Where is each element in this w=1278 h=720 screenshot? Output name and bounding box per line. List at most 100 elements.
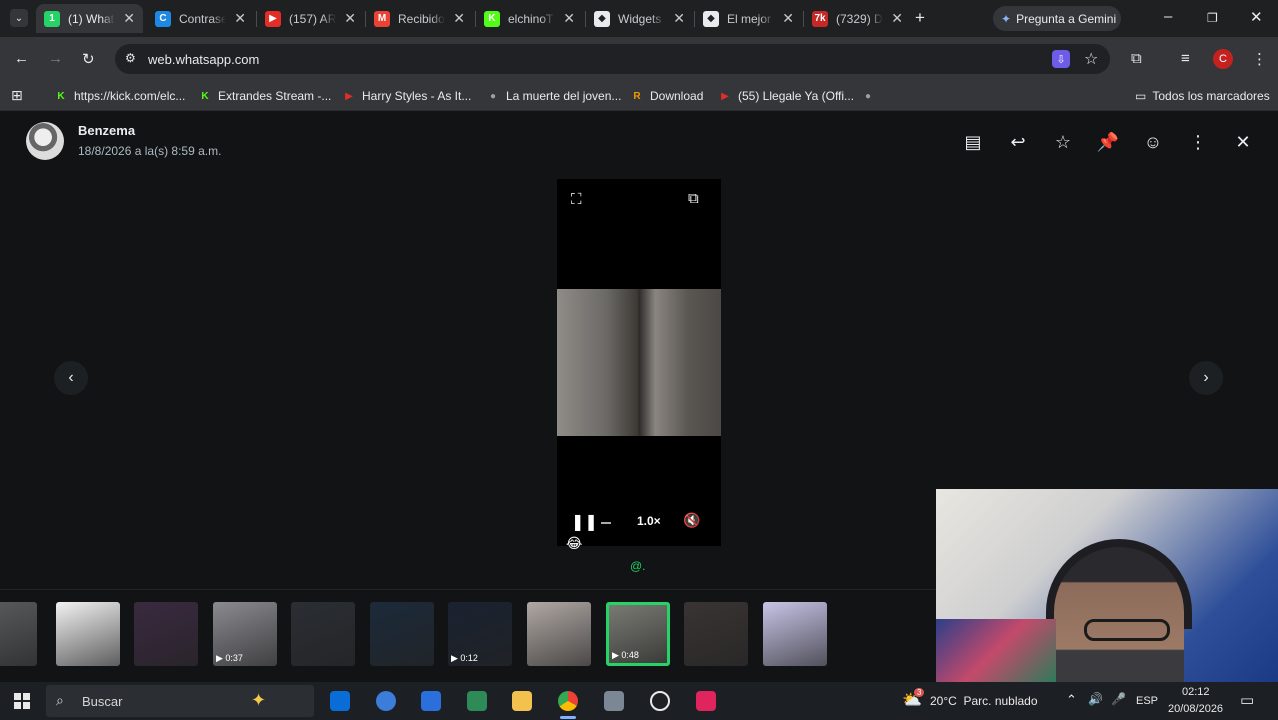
media-queue-icon[interactable]: ≡ xyxy=(1181,50,1190,67)
next-media-chevron-icon[interactable]: › xyxy=(1189,361,1223,395)
media-thumbnail[interactable] xyxy=(134,602,198,666)
bookmark-item[interactable]: ▶ (55) Llegale Ya (Offi... xyxy=(718,87,854,105)
browser-tab[interactable]: ◆ Widgets ✕ xyxy=(586,4,693,33)
all-bookmarks-button[interactable]: ▭ Todos los marcadores xyxy=(1135,87,1270,105)
pause-icon[interactable]: ❚❚ xyxy=(571,512,598,532)
windows-taskbar: ⌕ Buscar ✦ ⛅ 3 20°C Parc. nublado ⌃ 🔊 🎤 … xyxy=(0,682,1278,720)
address-bar[interactable]: ⚙ web.whatsapp.com ⇩ ☆ xyxy=(115,44,1110,74)
bookmark-item[interactable]: ● La muerte del joven... xyxy=(486,87,621,105)
react-emoji-icon[interactable]: ☺ xyxy=(1141,130,1165,154)
tab-close-icon[interactable]: ✕ xyxy=(673,10,685,27)
url-text[interactable]: web.whatsapp.com xyxy=(148,52,259,67)
bookmarks-bar: ⊞ Khttps://kick.com/elc... K Extrandes Str… xyxy=(0,81,1278,111)
forward-arrow-icon[interactable]: → xyxy=(48,50,63,67)
media-thumbnail[interactable] xyxy=(291,602,355,666)
tray-overflow-chevron-icon[interactable]: ⌃ xyxy=(1066,692,1077,708)
browser-menu-icon[interactable]: ⋮ xyxy=(1252,50,1267,68)
back-arrow-icon[interactable]: ← xyxy=(14,50,29,67)
books-app-icon[interactable] xyxy=(467,691,487,711)
windows-start-icon[interactable] xyxy=(14,693,30,709)
taskbar-search-box[interactable]: ⌕ Buscar ✦ xyxy=(46,685,314,717)
speaker-icon[interactable]: 🔊 xyxy=(1088,692,1103,706)
tab-close-icon[interactable]: ✕ xyxy=(123,10,135,27)
video-frame xyxy=(557,289,721,436)
pin-icon[interactable]: 📌 xyxy=(1096,130,1120,154)
apps-grid-icon[interactable]: ⊞ xyxy=(11,87,23,104)
tab-close-icon[interactable]: ✕ xyxy=(234,10,246,27)
clock-time[interactable]: 02:12 xyxy=(1182,686,1210,698)
media-thumbnail[interactable]: ▶ 0:12 xyxy=(448,602,512,666)
browser-tab[interactable]: ◆ El mejor ✕ xyxy=(695,4,802,33)
new-tab-plus-icon[interactable]: + xyxy=(915,8,925,28)
tab-close-icon[interactable]: ✕ xyxy=(891,10,903,27)
file-explorer-icon[interactable] xyxy=(512,691,532,711)
media-thumbnail[interactable]: ▶ 0:48 xyxy=(606,602,670,666)
media-thumbnail[interactable] xyxy=(56,602,120,666)
input-language[interactable]: ESP xyxy=(1136,695,1158,707)
bookmark-item[interactable]: Khttps://kick.com/elc... xyxy=(54,87,185,105)
install-app-icon[interactable]: ⇩ xyxy=(1052,50,1070,68)
tab-close-icon[interactable]: ✕ xyxy=(563,10,575,27)
previous-media-chevron-icon[interactable]: ‹ xyxy=(54,361,88,395)
message-timestamp: 18/8/2026 a la(s) 8:59 a.m. xyxy=(78,144,222,158)
tab-search-dropdown-icon[interactable]: ⌄ xyxy=(10,9,28,27)
tab-favicon-icon: ◆ xyxy=(594,10,610,27)
bookmark-favicon-icon: K xyxy=(57,90,65,102)
bookmark-label: Harry Styles - As It... xyxy=(362,89,472,103)
adobe-app-icon[interactable] xyxy=(696,691,716,711)
bookmark-item[interactable]: ● xyxy=(861,87,881,105)
site-settings-icon[interactable]: ⚙ xyxy=(125,51,136,65)
bookmark-item[interactable]: R Download xyxy=(630,87,703,105)
media-thumbnail[interactable]: ▶ 0:37 xyxy=(213,602,277,666)
webcam-blanket xyxy=(936,619,1056,682)
restore-icon[interactable]: ❐ xyxy=(1207,11,1218,25)
microphone-icon[interactable]: 🎤 xyxy=(1111,692,1126,706)
tab-close-icon[interactable]: ✕ xyxy=(453,10,465,27)
media-thumbnail[interactable] xyxy=(684,602,748,666)
bookmark-label: (55) Llegale Ya (Offi... xyxy=(738,89,855,103)
muted-speaker-icon[interactable]: 🔇 xyxy=(683,512,700,529)
browser-tab[interactable]: KelchinoT ✕ xyxy=(476,4,583,33)
playback-speed[interactable]: 1.0× xyxy=(637,514,661,528)
more-options-icon[interactable]: ⋮ xyxy=(1186,130,1210,154)
contact-avatar[interactable] xyxy=(26,122,64,160)
picture-in-picture-icon[interactable]: ⧉ xyxy=(688,190,699,207)
clock-app-icon[interactable] xyxy=(650,691,670,711)
bookmark-item[interactable]: K Extrandes Stream -... xyxy=(198,87,331,105)
star-icon[interactable]: ☆ xyxy=(1051,130,1075,154)
gemini-button[interactable]: ✦ Pregunta a Gemini xyxy=(993,6,1121,31)
browser-tab[interactable]: ▶ (157) AR ✕ xyxy=(257,4,364,33)
tab-title: Contraseñas xyxy=(179,11,227,26)
go-to-message-icon[interactable]: ▤ xyxy=(961,130,985,154)
close-viewer-icon[interactable]: ✕ xyxy=(1231,130,1255,154)
notifications-icon[interactable]: ▭ xyxy=(1240,691,1254,709)
video-player[interactable]: ⛶ ⧉ ❚❚ 1.0× 🔇 😂 xyxy=(557,179,721,551)
media-thumbnail[interactable] xyxy=(370,602,434,666)
bookmark-star-icon[interactable]: ☆ xyxy=(1084,49,1098,69)
profile-avatar[interactable]: C xyxy=(1213,49,1233,69)
reply-icon[interactable]: ↩ xyxy=(1006,130,1030,154)
bookmark-item[interactable]: ▶ Harry Styles - As It... xyxy=(342,87,471,105)
weather-text[interactable]: 20°C Parc. nublado xyxy=(930,694,1038,708)
photos-app-icon[interactable] xyxy=(604,691,624,711)
browser-tab[interactable]: 1 (1) WhatsApp ✕ xyxy=(36,4,143,33)
progress-bar[interactable] xyxy=(601,522,611,524)
browser-tab[interactable]: M Recibidos ✕ xyxy=(366,4,473,33)
extensions-icon[interactable]: ⧉ xyxy=(1131,50,1142,67)
outlook-icon[interactable] xyxy=(330,691,350,711)
clock-date[interactable]: 20/08/2026 xyxy=(1168,703,1223,715)
minimize-icon[interactable]: – xyxy=(1164,8,1172,25)
browser-tab[interactable]: C Contraseñas ✕ xyxy=(147,4,254,33)
browser-tab[interactable]: 7k (7329) D ✕ xyxy=(804,4,911,33)
chrome-icon[interactable] xyxy=(558,691,578,711)
media-thumbnail[interactable] xyxy=(527,602,591,666)
reload-icon[interactable]: ↻ xyxy=(82,50,95,68)
media-thumbnail[interactable] xyxy=(0,602,37,666)
tab-close-icon[interactable]: ✕ xyxy=(344,10,356,27)
store-icon[interactable] xyxy=(421,691,441,711)
tab-close-icon[interactable]: ✕ xyxy=(782,10,794,27)
window-close-icon[interactable]: ✕ xyxy=(1250,8,1263,26)
award-app-icon[interactable] xyxy=(376,691,396,711)
fullscreen-icon[interactable]: ⛶ xyxy=(571,191,582,208)
media-thumbnail[interactable] xyxy=(763,602,827,666)
